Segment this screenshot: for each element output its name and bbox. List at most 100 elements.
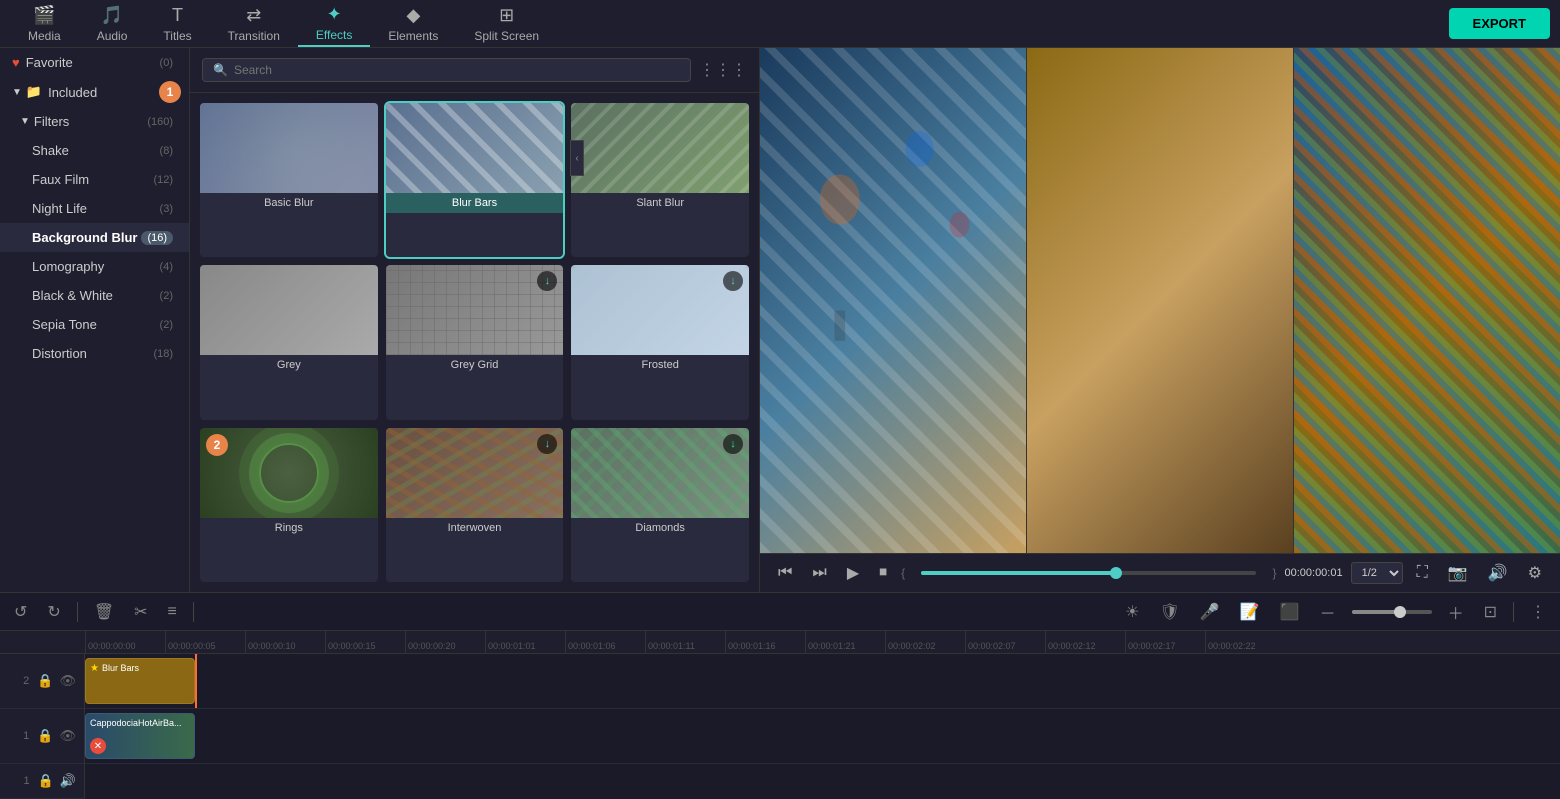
clip-blur-bars[interactable]: ★ Blur Bars	[85, 658, 195, 704]
preview-screen	[760, 48, 1560, 553]
effect-grey-grid-label: Grey Grid	[386, 355, 564, 375]
effect-slant-blur-label: Slant Blur	[571, 193, 749, 213]
redo-button[interactable]: ↻	[43, 598, 64, 626]
sidebar-item-night-life[interactable]: Night Life (3)	[0, 194, 189, 223]
ruler-mark-0: 00:00:00:00	[85, 631, 165, 653]
sidebar-item-shake[interactable]: Shake (8)	[0, 136, 189, 165]
search-box[interactable]: 🔍	[202, 58, 691, 82]
search-input[interactable]	[234, 63, 680, 77]
nav-elements[interactable]: ◆ Elements	[370, 0, 456, 47]
nav-effects[interactable]: ✦ Effects	[298, 0, 370, 47]
grid-layout-icon[interactable]: ⋮⋮⋮	[699, 60, 747, 80]
clip-video[interactable]: CappodociaHotAirBa... ✕	[85, 713, 195, 759]
track-content-v2[interactable]: ★ Blur Bars	[85, 654, 1560, 708]
progress-bar[interactable]	[921, 571, 1256, 575]
eye-icon-v2[interactable]: 👁	[59, 673, 76, 689]
track-audio-row: 1 🔒 🔊	[0, 764, 1560, 799]
track-content-audio[interactable]	[85, 764, 1560, 799]
nav-transition[interactable]: ⇄ Transition	[210, 0, 298, 47]
ruler-mark-11: 00:00:02:07	[965, 631, 1045, 653]
track-num-v2: 2	[23, 675, 29, 687]
nav-elements-label: Elements	[388, 29, 438, 43]
effect-frosted-label: Frosted	[571, 355, 749, 375]
bottom-toolbar: ↺ ↻ 🗑 ✂ ≡ ☀ 🛡 🎤 📝 ⬛ － ＋ ⊡ ⋮	[0, 592, 1560, 630]
fullscreen-button[interactable]: ⛶	[1411, 561, 1434, 585]
nav-media[interactable]: 🎬 Media	[10, 0, 79, 47]
sidebar-item-lomography[interactable]: Lomography (4)	[0, 252, 189, 281]
sun-icon-button[interactable]: ☀	[1121, 598, 1143, 626]
delete-button[interactable]: 🗑	[90, 598, 118, 626]
ruler-mark-9: 00:00:01:21	[805, 631, 885, 653]
screenshot-button[interactable]: 📷	[1442, 560, 1474, 586]
undo-button[interactable]: ↺	[10, 598, 31, 626]
text-icon-button[interactable]: 📝	[1236, 598, 1264, 626]
nav-audio[interactable]: 🎵 Audio	[79, 0, 146, 47]
export-button[interactable]: EXPORT	[1449, 8, 1550, 39]
split-icon: ⊞	[499, 5, 514, 26]
nav-transition-label: Transition	[228, 29, 280, 43]
effect-diamonds[interactable]: ↓ Diamonds	[571, 428, 749, 582]
play-button[interactable]: ▶	[841, 560, 865, 586]
zoom-in-button[interactable]: ＋	[1444, 596, 1468, 628]
ruler-mark-8: 00:00:01:16	[725, 631, 805, 653]
eye-icon-v1[interactable]: 👁	[59, 728, 76, 744]
effect-frosted[interactable]: ↓ Frosted	[571, 265, 749, 419]
zoom-out-button[interactable]: －	[1316, 596, 1340, 628]
settings-button[interactable]: ⚙	[1522, 560, 1548, 586]
nav-audio-label: Audio	[97, 29, 128, 43]
lock-icon-audio[interactable]: 🔒	[38, 773, 54, 789]
sepia-count: (2)	[160, 319, 173, 331]
nav-titles[interactable]: T Titles	[145, 0, 209, 47]
effect-grey[interactable]: Grey	[200, 265, 378, 419]
preview-area: ⏮ ⏭ ▶ ⏹ { } 00:00:00:01 1/2 1/4 Full ⛶ 📷…	[760, 48, 1560, 592]
toolbar-separator-2	[193, 602, 194, 622]
sidebar-item-bg-blur[interactable]: Background Blur (16)	[0, 223, 189, 252]
stop-button[interactable]: ⏹	[873, 561, 893, 585]
lock-icon-v1[interactable]: 🔒	[37, 728, 53, 744]
effect-interwoven[interactable]: ↓ Interwoven	[386, 428, 564, 582]
track-row-v1: 1 🔒 👁 CappodociaHotAirBa... ✕	[0, 709, 1560, 764]
sidebar-item-filters[interactable]: ▼ Filters (160)	[0, 107, 189, 136]
audio-controls: 1 🔒 🔊	[0, 764, 85, 798]
top-nav: 🎬 Media 🎵 Audio T Titles ⇄ Transition ✦ …	[0, 0, 1560, 48]
clip-delete-icon[interactable]: ✕	[90, 738, 106, 754]
fit-button[interactable]: ⊡	[1480, 598, 1501, 626]
shield-icon-button[interactable]: 🛡	[1155, 598, 1183, 626]
effect-basic-blur[interactable]: Basic Blur	[200, 103, 378, 257]
sidebar-item-favorite[interactable]: ♥ Favorite (0)	[0, 48, 189, 77]
sidebar-item-bw[interactable]: Black & White (2)	[0, 281, 189, 310]
sidebar-item-faux-film[interactable]: Faux Film (12)	[0, 165, 189, 194]
track-row-v2: 2 🔒 👁 ★ Blur Bars	[0, 654, 1560, 709]
effect-thumb-grey	[200, 265, 378, 355]
effect-slant-blur[interactable]: Slant Blur	[571, 103, 749, 257]
track-content-v1[interactable]: CappodociaHotAirBa... ✕	[85, 709, 1560, 763]
collapse-panel-button[interactable]: ‹	[570, 140, 584, 176]
effect-grey-grid[interactable]: ↓ Grey Grid	[386, 265, 564, 419]
titles-icon: T	[172, 5, 183, 26]
track-num-audio: 1	[24, 775, 30, 787]
distortion-label: Distortion	[32, 346, 153, 361]
ruler-mark-3: 00:00:00:15	[325, 631, 405, 653]
more-options-button[interactable]: ⋮	[1526, 598, 1550, 626]
sidebar-item-sepia[interactable]: Sepia Tone (2)	[0, 310, 189, 339]
step-back-button[interactable]: ⏭	[806, 561, 832, 585]
ruler-mark-4: 00:00:00:20	[405, 631, 485, 653]
lock-icon-v2[interactable]: 🔒	[37, 673, 53, 689]
audio-button[interactable]: 🔊	[1482, 560, 1514, 586]
cut-button[interactable]: ✂	[130, 598, 151, 626]
menu-button[interactable]: ≡	[164, 599, 181, 625]
rewind-button[interactable]: ⏮	[772, 561, 798, 585]
progress-thumb[interactable]	[1110, 567, 1122, 579]
colored-stripe-overlay	[1294, 48, 1560, 553]
effect-blur-bars[interactable]: Blur Bars	[386, 103, 564, 257]
subtitles-icon-button[interactable]: ⬛	[1276, 598, 1304, 626]
mic-icon-button[interactable]: 🎤	[1196, 598, 1224, 626]
nav-split-screen[interactable]: ⊞ Split Screen	[456, 0, 557, 47]
sidebar-item-distortion[interactable]: Distortion (18)	[0, 339, 189, 368]
audio-wave-icon[interactable]: 🔊	[60, 773, 76, 789]
ruler-mark-12: 00:00:02:12	[1045, 631, 1125, 653]
quality-select[interactable]: 1/2 1/4 Full	[1351, 562, 1403, 584]
effect-rings[interactable]: 2 Rings	[200, 428, 378, 582]
filters-count: (160)	[147, 116, 173, 128]
sidebar-item-included[interactable]: ▼ 📁 Included 1	[0, 77, 189, 107]
